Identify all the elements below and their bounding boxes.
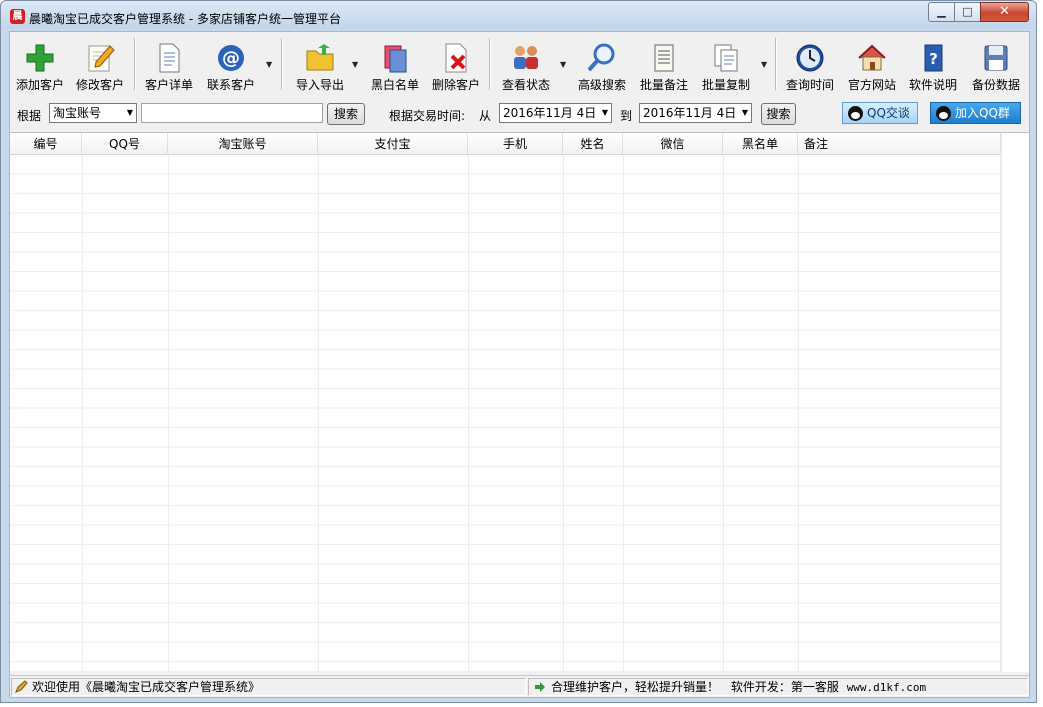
minimize-button[interactable]: ▁ xyxy=(928,2,955,22)
at-icon: @ xyxy=(218,45,244,71)
column-header[interactable]: 编号 xyxy=(10,133,82,155)
to-label: 到 xyxy=(620,109,633,123)
svg-text:?: ? xyxy=(929,50,938,68)
customer-detail-button[interactable]: 客户详单 xyxy=(141,38,197,94)
join-qq-group-button[interactable]: 加入QQ群 xyxy=(930,102,1021,124)
chevron-down-icon: ▼ xyxy=(126,108,133,117)
qq-group-icon xyxy=(936,106,951,121)
status-info-panel: 合理维护客户，轻松提升销量！ 软件开发：第一客服 www.d1kf.com xyxy=(528,678,1028,696)
floppy-icon xyxy=(984,45,1008,71)
column-header[interactable]: 备注 xyxy=(798,133,1001,155)
close-button[interactable]: ✕ xyxy=(980,2,1029,22)
chevron-down-icon: ▼ xyxy=(601,108,608,117)
toolbar-separator xyxy=(281,38,283,90)
batch-copy-button[interactable]: 批量复制 xyxy=(698,38,754,94)
client-area: 添加客户 修改客户 客户详单 @ 联系客户 ▼ 导入导出 ▼ 黑白名单 删除客户… xyxy=(9,31,1030,698)
query-time-button[interactable]: 查询时间 xyxy=(782,38,838,94)
to-date-picker[interactable]: 2016年11月 4日 ▼ xyxy=(639,103,752,123)
official-website-button[interactable]: 官方网站 xyxy=(844,38,900,94)
column-divider xyxy=(798,155,799,672)
maximize-button[interactable]: □ xyxy=(954,2,981,22)
advanced-search-button[interactable]: 高级搜索 xyxy=(574,38,630,94)
batch-copy-dropdown-arrow[interactable]: ▼ xyxy=(761,61,769,69)
magnifier-icon xyxy=(587,43,615,72)
from-date-picker[interactable]: 2016年11月 4日 ▼ xyxy=(499,103,612,123)
clock-icon xyxy=(796,44,824,72)
chevron-down-icon: ▼ xyxy=(741,108,748,117)
keyword-search-button[interactable]: 搜索 xyxy=(327,103,365,125)
toolbar-separator xyxy=(775,38,777,90)
search-bar: 根据 淘宝账号 ▼ 搜索 根据交易时间: 从 2016年11月 4日 ▼ 到 201… xyxy=(10,98,1029,128)
column-header[interactable]: QQ号 xyxy=(82,133,168,155)
home-icon xyxy=(858,44,886,71)
view-status-button[interactable]: 查看状态 xyxy=(496,38,556,94)
document-icon xyxy=(159,43,180,73)
blacklist-button[interactable]: 黑白名单 xyxy=(367,38,423,94)
status-bar: 欢迎使用《晨曦淘宝已成交客户管理系统》 合理维护客户，轻松提升销量！ 软件开发：… xyxy=(10,675,1029,697)
date-search-button[interactable]: 搜索 xyxy=(761,103,796,125)
folder-icon xyxy=(306,44,334,71)
table-body[interactable] xyxy=(10,155,1000,672)
help-book-icon: ? xyxy=(924,44,943,72)
status-welcome-panel: 欢迎使用《晨曦淘宝已成交客户管理系统》 xyxy=(11,678,526,696)
copy-icon xyxy=(714,44,738,72)
window-title: 晨曦淘宝已成交客户管理系统 - 多家店铺客户统一管理平台 xyxy=(29,12,341,26)
users-icon xyxy=(514,46,538,69)
toolbar-separator xyxy=(489,38,491,90)
search-by-label: 根据 xyxy=(17,109,42,123)
import-export-button[interactable]: 导入导出 xyxy=(288,38,352,94)
column-header[interactable]: 微信 xyxy=(623,133,723,155)
delete-icon xyxy=(445,43,467,73)
plus-icon xyxy=(26,44,54,72)
keyword-input[interactable] xyxy=(141,103,323,123)
search-field-select[interactable]: 淘宝账号 ▼ xyxy=(49,103,137,123)
column-divider xyxy=(468,155,469,672)
arrow-right-icon xyxy=(535,682,545,692)
column-divider xyxy=(723,155,724,672)
qq-penguin-icon xyxy=(848,106,863,121)
add-customer-button[interactable]: 添加客户 xyxy=(12,38,68,94)
svg-text:@: @ xyxy=(222,48,240,69)
customer-table[interactable]: 编号 QQ号 淘宝账号 支付宝 手机 姓名 微信 黑名单 备注 xyxy=(10,132,1029,672)
website-link[interactable]: www.d1kf.com xyxy=(847,681,926,694)
notes-icon xyxy=(654,44,674,72)
column-divider xyxy=(82,155,83,672)
batch-notes-button[interactable]: 批量备注 xyxy=(636,38,692,94)
software-help-button[interactable]: ? 软件说明 xyxy=(905,38,961,94)
column-header[interactable]: 手机 xyxy=(468,133,563,155)
column-divider xyxy=(318,155,319,672)
toolbar-separator xyxy=(134,38,136,90)
toolbar: 添加客户 修改客户 客户详单 @ 联系客户 ▼ 导入导出 ▼ 黑白名单 删除客户… xyxy=(10,32,1029,96)
import-export-dropdown-arrow[interactable]: ▼ xyxy=(352,61,360,69)
column-header[interactable]: 黑名单 xyxy=(723,133,798,155)
contact-customer-button[interactable]: @ 联系客户 xyxy=(203,38,259,94)
edit-icon xyxy=(88,45,115,72)
column-divider xyxy=(623,155,624,672)
from-label: 从 xyxy=(479,109,492,123)
pencil-icon xyxy=(15,680,28,693)
delete-customer-button[interactable]: 删除客户 xyxy=(428,38,484,94)
edit-customer-button[interactable]: 修改客户 xyxy=(72,38,128,94)
column-header[interactable]: 支付宝 xyxy=(318,133,468,155)
view-status-dropdown-arrow[interactable]: ▼ xyxy=(560,61,568,69)
app-logo-icon: 晨 xyxy=(10,9,25,24)
title-bar[interactable]: 晨 晨曦淘宝已成交客户管理系统 - 多家店铺客户统一管理平台 ▁ □ ✕ xyxy=(1,1,1036,29)
app-window: 晨 晨曦淘宝已成交客户管理系统 - 多家店铺客户统一管理平台 ▁ □ ✕ 添加客… xyxy=(0,0,1037,703)
column-divider xyxy=(563,155,564,672)
qq-chat-button[interactable]: QQ交谈 xyxy=(842,102,918,124)
column-divider xyxy=(168,155,169,672)
vertical-scroll-area[interactable] xyxy=(1001,133,1029,672)
date-range-label: 根据交易时间: xyxy=(389,109,466,123)
table-header: 编号 QQ号 淘宝账号 支付宝 手机 姓名 微信 黑名单 备注 xyxy=(10,133,1001,155)
backup-data-button[interactable]: 备份数据 xyxy=(966,38,1026,94)
column-header[interactable]: 姓名 xyxy=(563,133,623,155)
contact-dropdown-arrow[interactable]: ▼ xyxy=(266,61,274,69)
blacklist-icon xyxy=(384,45,407,73)
column-header[interactable]: 淘宝账号 xyxy=(168,133,318,155)
